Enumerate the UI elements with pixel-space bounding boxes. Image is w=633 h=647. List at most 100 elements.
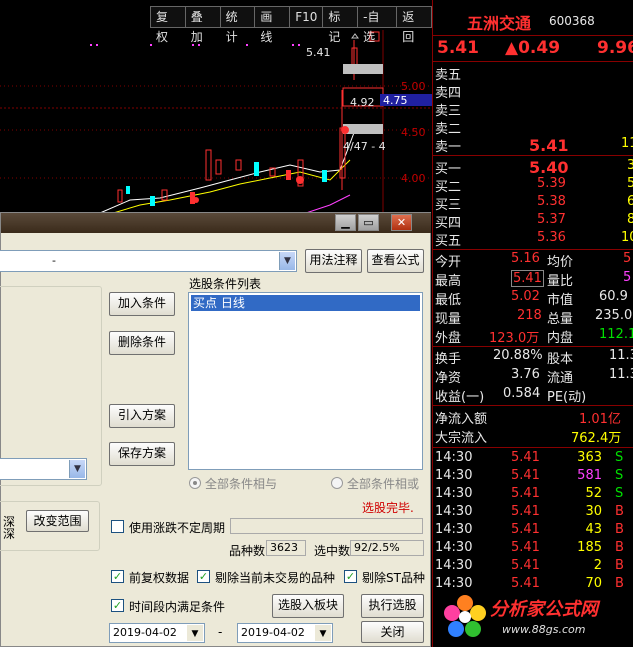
exclude-untraded-label: 剔除当前未交易的品种 xyxy=(215,571,336,585)
exclude-st-label: 剔除ST品种 xyxy=(362,571,425,585)
candle xyxy=(161,189,168,201)
pre-adjust-checkbox[interactable]: ✓ xyxy=(111,570,124,583)
toolbar-draw[interactable]: 画线 xyxy=(254,6,290,44)
buy-level-2: 买二 5.39 5 xyxy=(435,176,633,195)
time-range-label: 时间段内满足条件 xyxy=(129,600,226,614)
tick-side: B xyxy=(615,540,624,555)
import-plan-button[interactable]: 引入方案 xyxy=(109,404,175,428)
use-period-label: 使用涨跌不定周期 xyxy=(129,521,226,535)
tick-row: 14:30 5.41 52 S xyxy=(433,486,633,504)
date-to-picker[interactable]: 2019-04-02 ▼ xyxy=(237,623,333,643)
tick-volume: 2 xyxy=(593,558,602,573)
tick-price: 5.41 xyxy=(511,486,540,501)
price-box xyxy=(343,124,383,134)
pre-adjust-label: 前复权数据 xyxy=(129,571,190,585)
date-from-picker[interactable]: 2019-04-02 ▼ xyxy=(109,623,205,643)
kline-chart[interactable]: 复权 叠加 统计 画线 F10 标记 -自选 返回 5.00 4.50 4.00… xyxy=(0,0,433,215)
tick-row: 14:30 5.41 43 B xyxy=(433,522,633,540)
use-period-checkbox[interactable] xyxy=(111,520,124,533)
all-or-radio[interactable] xyxy=(331,477,343,489)
condition-list[interactable]: 买点 日线 xyxy=(188,292,423,470)
tick-side: S xyxy=(615,450,624,465)
tick-side: S xyxy=(615,486,624,501)
tick-side: B xyxy=(615,522,624,537)
tick-price: 5.41 xyxy=(511,540,540,555)
chevron-down-icon: ▼ xyxy=(69,460,85,478)
toolbar-stats[interactable]: 统计 xyxy=(219,6,255,44)
date-separator: - xyxy=(218,625,223,639)
all-and-radio[interactable] xyxy=(189,477,201,489)
tick-side: B xyxy=(615,558,624,573)
chevron-down-icon: ▼ xyxy=(315,625,331,641)
period-select[interactable]: ▼ xyxy=(0,458,87,480)
tick-side: S xyxy=(615,468,624,483)
tick-volume: 581 xyxy=(577,468,602,483)
execute-screen-button[interactable]: 执行选股 xyxy=(361,594,424,618)
sell-level-3: 卖三 xyxy=(435,104,462,119)
selected-count-label: 选中数 xyxy=(314,544,351,558)
candle xyxy=(286,170,291,180)
tick-volume: 43 xyxy=(585,522,602,537)
add-to-block-button[interactable]: 选股入板块 xyxy=(272,594,344,618)
close-dialog-button[interactable]: 关闭 xyxy=(361,621,424,643)
dialog-titlebar[interactable]: ▁ ▭ ✕ xyxy=(1,213,431,233)
stat-row: 净资 3.76 流通 11.3 xyxy=(435,367,633,386)
stock-screen-dialog: ▁ ▭ ✕ - ▼ 用法注释 查看公式 选股条件列表 买点 日线 加入条件 删除… xyxy=(0,212,431,647)
minimize-icon[interactable]: ▁ xyxy=(335,214,356,231)
toolbar-remove-watchlist[interactable]: -自选 xyxy=(357,6,397,44)
axis-label: 4.00 xyxy=(401,172,426,185)
toolbar-f10[interactable]: F10 xyxy=(289,6,323,28)
line-price-label: 4.92 xyxy=(350,96,375,109)
flow-row: 净流入额 1.01亿 xyxy=(435,412,621,427)
params-groupbox xyxy=(0,286,102,486)
selected-count-value: 92/2.5% xyxy=(350,540,424,556)
close-icon[interactable]: ✕ xyxy=(391,214,412,231)
toolbar-restore-right[interactable]: 复权 xyxy=(150,6,185,44)
save-plan-button[interactable]: 保存方案 xyxy=(109,442,175,466)
stock-code: 600368 xyxy=(549,14,595,28)
exclude-untraded-checkbox[interactable]: ✓ xyxy=(197,570,210,583)
price-change-pct: 9.96 xyxy=(597,38,633,58)
toolbar-back[interactable]: 返回 xyxy=(396,6,433,44)
tick-row: 14:30 5.41 363 S xyxy=(433,450,633,468)
add-condition-button[interactable]: 加入条件 xyxy=(109,292,175,316)
all-or-label: 全部条件相或 xyxy=(347,477,420,491)
species-count-value: 3623 xyxy=(266,540,306,556)
period-input[interactable] xyxy=(230,518,423,534)
formula-select[interactable]: - ▼ xyxy=(0,250,297,272)
maximize-icon[interactable]: ▭ xyxy=(358,214,379,231)
condition-item[interactable]: 买点 日线 xyxy=(191,295,420,311)
stat-row: 最低 5.02 市值 60.9 xyxy=(435,289,628,308)
low-price-label: 4/47 - 4 xyxy=(343,140,386,153)
time-range-checkbox[interactable]: ✓ xyxy=(111,599,124,612)
flow-row: 大宗流入 762.4万 xyxy=(435,431,622,446)
toolbar-overlay[interactable]: 叠加 xyxy=(184,6,220,44)
usage-notes-button[interactable]: 用法注释 xyxy=(305,249,362,273)
view-formula-button[interactable]: 查看公式 xyxy=(367,249,424,273)
ma-line-2 xyxy=(109,159,351,215)
candle xyxy=(117,189,123,203)
buy-level-3: 买三 5.38 6 xyxy=(435,194,633,213)
tick-row: 14:30 5.41 185 B xyxy=(433,540,633,558)
tick-row: 14:30 5.41 581 S xyxy=(433,468,633,486)
chevron-down-icon: ▼ xyxy=(187,625,203,641)
tick-price: 5.41 xyxy=(511,504,540,519)
candle xyxy=(215,159,222,175)
change-range-button[interactable]: 改变范围 xyxy=(26,510,89,532)
sell-level-5: 卖五 xyxy=(435,68,462,83)
candle xyxy=(322,170,327,182)
buy-level-5: 买五 5.36 10 xyxy=(435,230,633,249)
toolbar-mark[interactable]: 标记 xyxy=(322,6,358,44)
tick-side: B xyxy=(615,504,624,519)
tick-price: 5.41 xyxy=(511,522,540,537)
sell-level-4: 卖四 xyxy=(435,86,462,101)
exclude-st-checkbox[interactable]: ✓ xyxy=(344,570,357,583)
tick-row: 14:30 5.41 2 B xyxy=(433,558,633,576)
tick-time: 14:30 xyxy=(435,540,473,555)
stock-header: 五洲交通 600368 xyxy=(433,12,633,33)
tick-time: 14:30 xyxy=(435,504,473,519)
chevron-down-icon: ▼ xyxy=(279,252,295,270)
delete-condition-button[interactable]: 删除条件 xyxy=(109,331,175,355)
stat-row: 现量 218 总量 235.0 xyxy=(435,308,633,327)
tick-row: 14:30 5.41 30 B xyxy=(433,504,633,522)
